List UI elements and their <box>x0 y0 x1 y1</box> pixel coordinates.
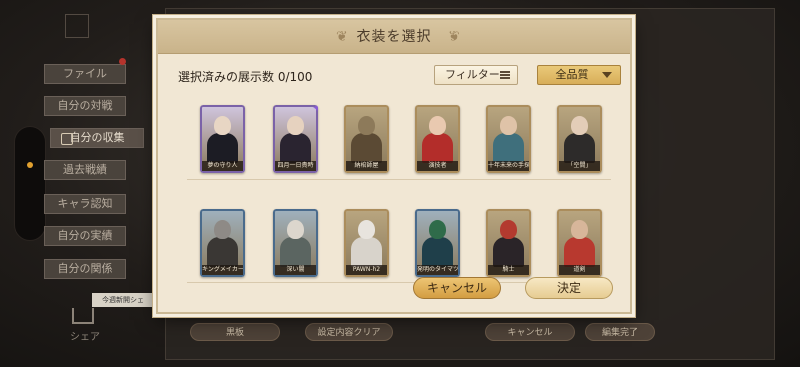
share-tooltip: 今週新開シェ <box>92 293 154 307</box>
quality-dropdown-value: 全品質 <box>555 68 589 81</box>
side-slider[interactable] <box>14 126 46 241</box>
costume-card[interactable]: 「空間」 <box>557 105 602 173</box>
share-icon[interactable] <box>72 308 94 324</box>
costume-name: 「空間」 <box>559 161 600 171</box>
sidebar-item-my-collection[interactable]: 自分の収集 <box>50 128 144 148</box>
wheat-ornament-icon: ❦ <box>336 29 348 45</box>
sidebar-item-character-knowledge[interactable]: キャラ認知 <box>44 194 126 214</box>
costume-grid: 夢の守り人 四月一日貴時 ✦ 納棺師屋 演技者 十年未来の手探士 「空間」キングメイカーウ 深… <box>187 98 611 291</box>
costume-name: 演技者 <box>417 161 458 171</box>
costume-name: 納棺師屋 <box>346 161 387 171</box>
costume-name: PAWN-h2 <box>346 265 387 275</box>
costume-name: 夢の守り人 <box>202 161 243 171</box>
background-frame <box>65 14 89 38</box>
costume-name: 十年未来の手探士 <box>488 161 529 171</box>
wheat-ornament-icon: ❦ <box>448 29 460 45</box>
costume-card[interactable]: 深い闇 <box>273 209 318 277</box>
costume-card[interactable]: 夢の守り人 <box>200 105 245 173</box>
blackboard-button[interactable]: 黒板 <box>190 323 280 341</box>
costume-name: 道剣 <box>559 265 600 275</box>
cancel-button[interactable]: キャンセル <box>413 277 501 299</box>
costume-card[interactable]: PAWN-h2 <box>344 209 389 277</box>
sidebar-item-relations[interactable]: 自分の関係 <box>44 259 126 279</box>
dialog-title: 衣装を選択 <box>356 29 432 45</box>
star-badge-icon: ✦ <box>311 105 318 115</box>
costume-card[interactable]: 発明のタイマツ <box>415 209 460 277</box>
confirm-button[interactable]: 決定 <box>525 277 613 299</box>
costume-card[interactable]: 四月一日貴時 ✦ <box>273 105 318 173</box>
share-label: シェア <box>70 332 100 343</box>
costume-name: 四月一日貴時 <box>275 161 316 171</box>
sidebar-item-file[interactable]: ファイル <box>44 64 126 84</box>
sidebar-item-achievements[interactable]: 自分の実績 <box>44 226 126 246</box>
sidebar-item-history[interactable]: 過去戦績 <box>44 160 126 180</box>
costume-card[interactable]: 演技者 <box>415 105 460 173</box>
dialog-header: ❦ 衣装を選択 ❦ <box>158 20 630 54</box>
filter-button[interactable]: フィルター <box>434 65 518 85</box>
notification-dot-icon <box>119 58 126 65</box>
costume-card[interactable]: 騎士 <box>486 209 531 277</box>
costume-name: キングメイカーウ <box>202 265 243 275</box>
costume-select-dialog: ❦ 衣装を選択 ❦ 選択済みの展示数 0/100 フィルター 全品質 夢の守り人… <box>156 18 632 314</box>
costume-name: 深い闇 <box>275 265 316 275</box>
edit-complete-button[interactable]: 編集完了 <box>585 323 655 341</box>
slider-indicator-icon <box>27 162 33 168</box>
costume-card[interactable]: キングメイカーウ <box>200 209 245 277</box>
list-icon <box>500 71 510 79</box>
costume-card[interactable]: 納棺師屋 <box>344 105 389 173</box>
clear-settings-button[interactable]: 設定内容クリア <box>305 323 393 341</box>
selected-count-label: 選択済みの展示数 0/100 <box>178 70 313 84</box>
filter-button-label: フィルター <box>445 68 500 81</box>
quality-dropdown[interactable]: 全品質 <box>537 65 621 85</box>
costume-card[interactable]: 十年未来の手探士 <box>486 105 531 173</box>
sidebar-item-my-matches[interactable]: 自分の対戦 <box>44 96 126 116</box>
chevron-down-icon <box>602 72 612 78</box>
costume-card[interactable]: 道剣 <box>557 209 602 277</box>
background-cancel-button[interactable]: キャンセル <box>485 323 575 341</box>
costume-name: 発明のタイマツ <box>417 265 458 275</box>
costume-name: 騎士 <box>488 265 529 275</box>
